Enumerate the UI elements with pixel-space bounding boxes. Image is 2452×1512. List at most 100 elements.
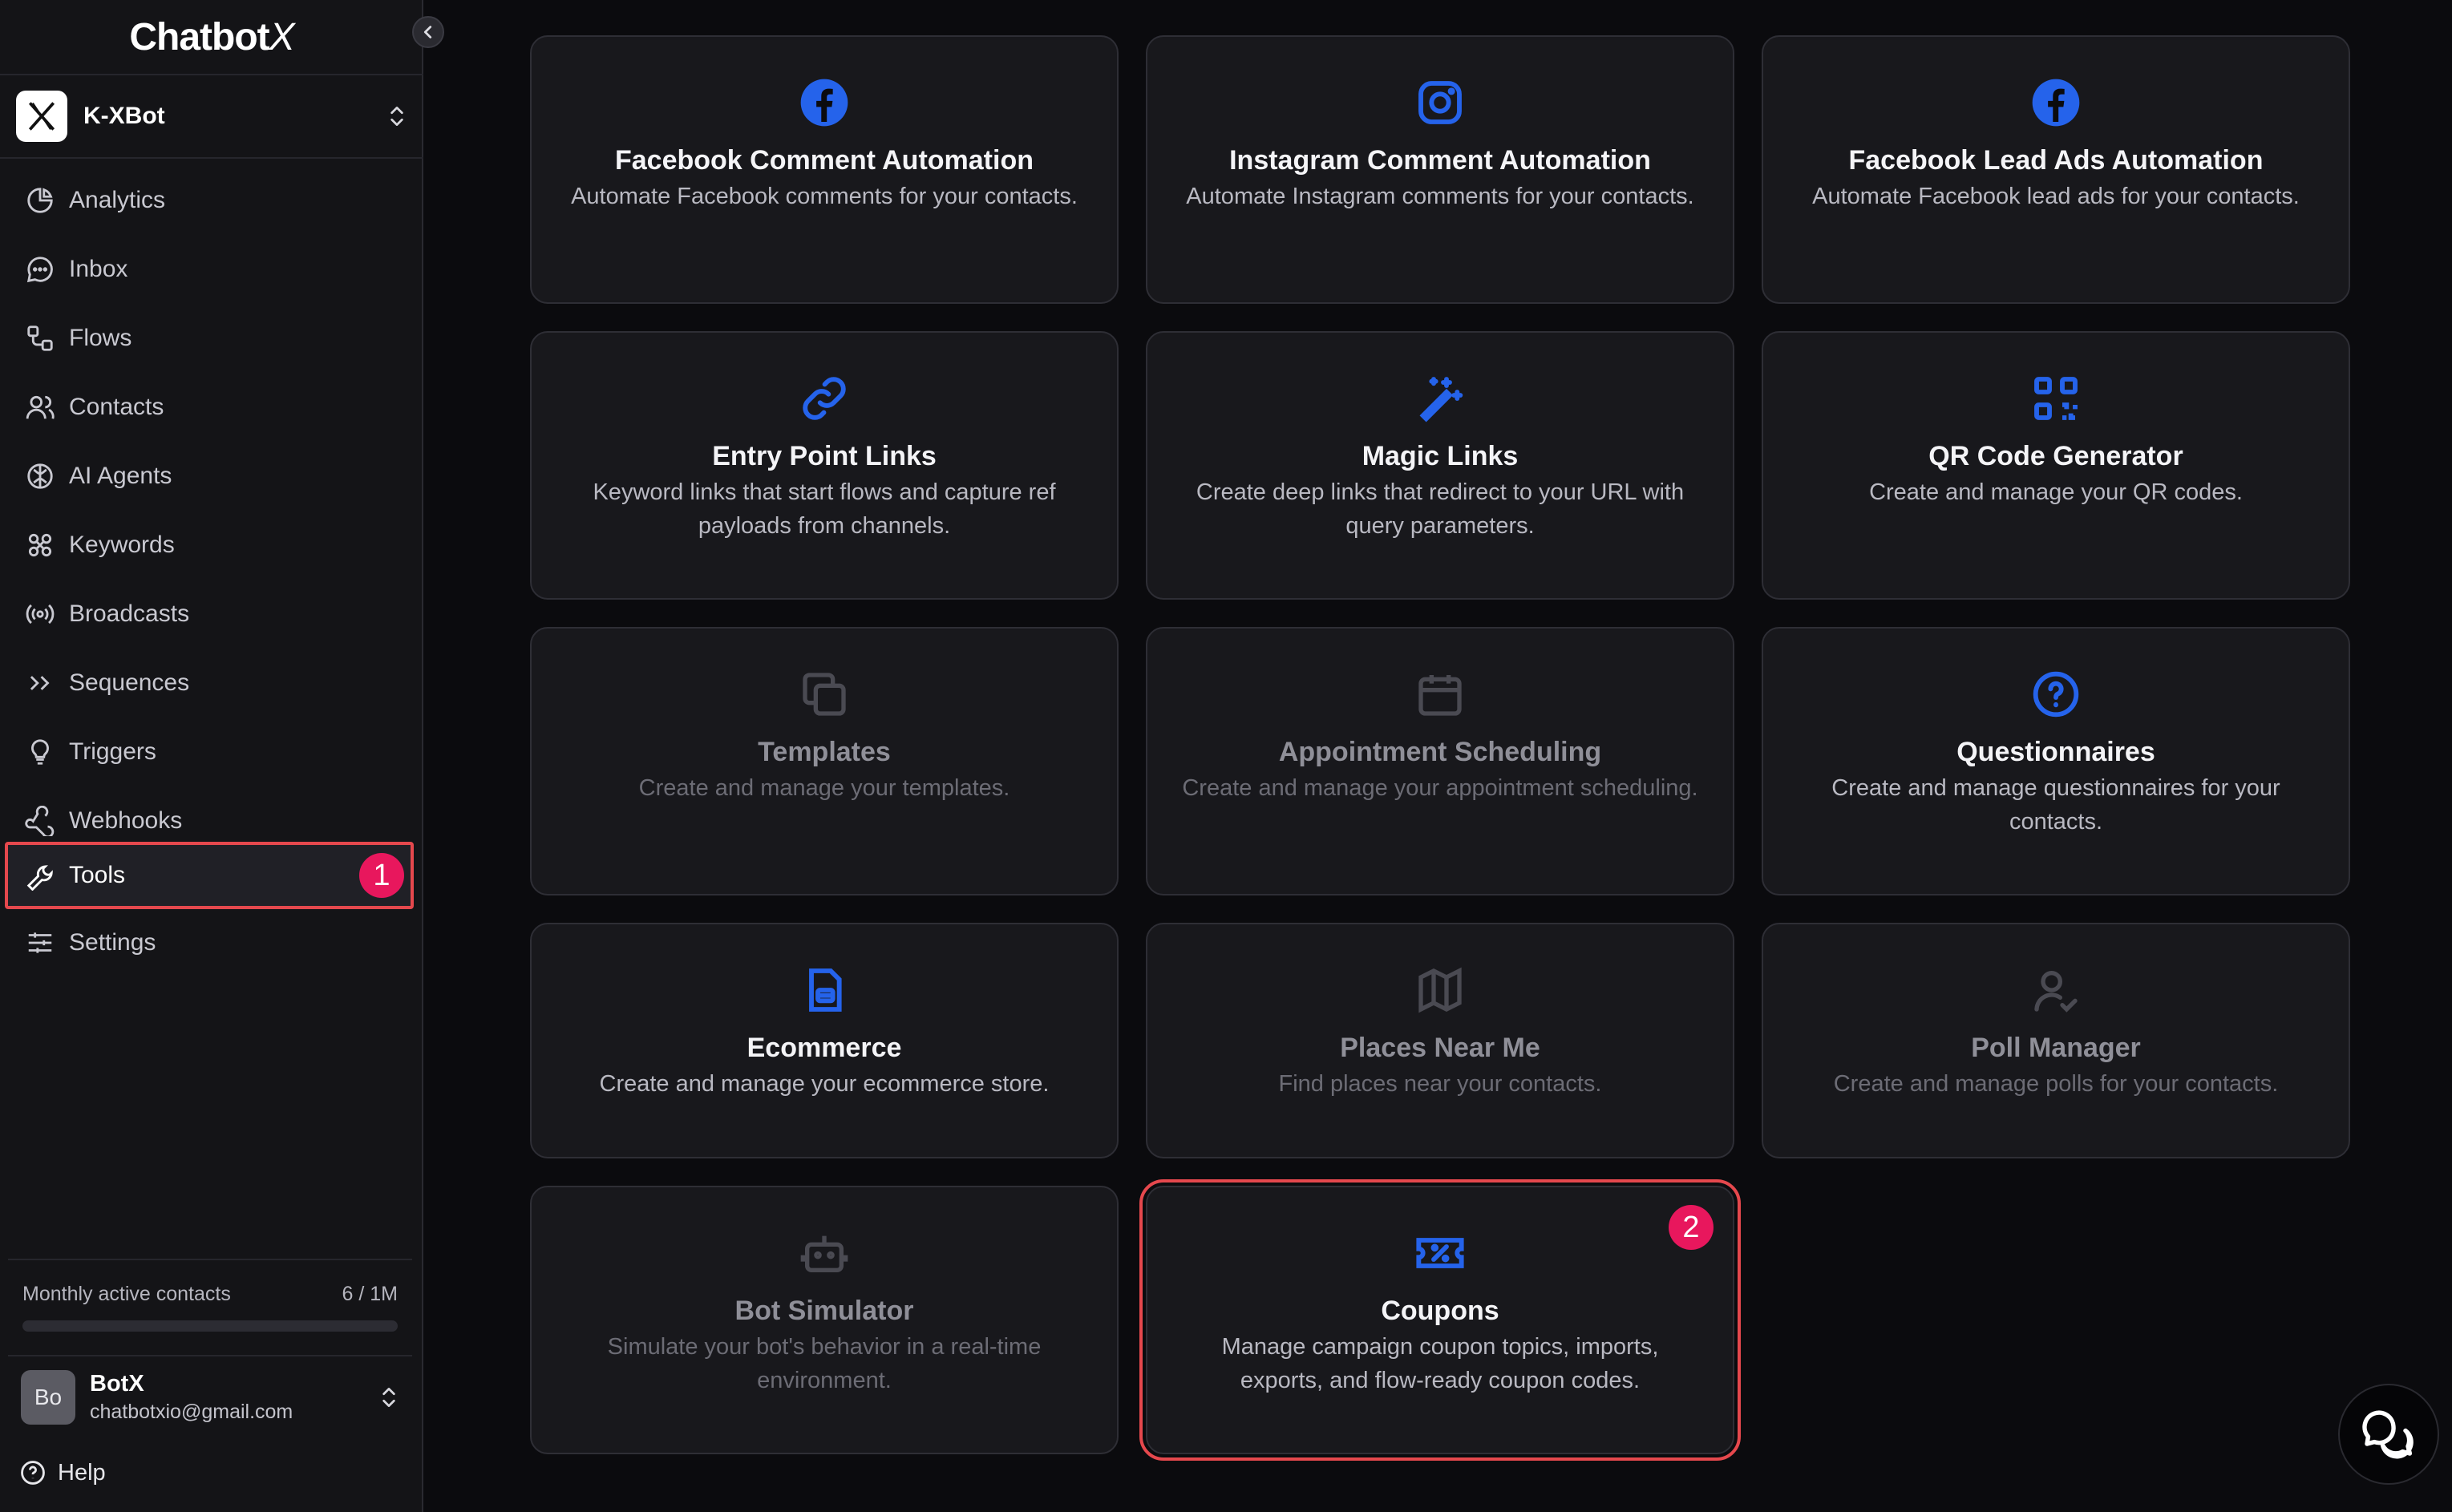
sidebar-item-label: Broadcasts — [69, 600, 190, 627]
tool-card-magic-links[interactable]: Magic Links Create deep links that redir… — [1146, 331, 1734, 600]
card-description: Automate Facebook comments for your cont… — [571, 184, 1078, 209]
card-title: Questionnaires — [1956, 737, 2155, 767]
card-title: Entry Point Links — [712, 441, 937, 471]
tool-card-coupons[interactable]: Coupons Manage campaign coupon topics, i… — [1139, 1179, 1741, 1461]
tool-card-qr-code-generator[interactable]: QR Code Generator Create and manage your… — [1762, 331, 2350, 600]
sidebar-item-label: Triggers — [69, 738, 156, 765]
tool-card-entry-point-links[interactable]: Entry Point Links Keyword links that sta… — [530, 331, 1119, 600]
tool-card-facebook-comment[interactable]: Facebook Comment Automation Automate Fac… — [530, 35, 1119, 304]
sidebar-item-sequences[interactable]: Sequences — [6, 653, 412, 714]
user-menu[interactable]: Bo BotX chatbotxio@gmail.com — [8, 1355, 412, 1438]
magic-wand-icon — [1179, 373, 1701, 424]
usage-progress-bar — [22, 1320, 398, 1332]
card-title: Ecommerce — [747, 1033, 902, 1063]
tool-card-questionnaires[interactable]: Questionnaires Create and manage questio… — [1762, 627, 2350, 895]
bot-name: K-XBot — [83, 103, 165, 129]
map-icon — [1179, 964, 1701, 1016]
card-description: Keyword links that start flows and captu… — [593, 479, 1056, 539]
calendar-icon — [1179, 669, 1701, 720]
sidebar-item-ai-agents[interactable]: AI Agents — [6, 446, 412, 507]
tool-card-bot-simulator[interactable]: Bot Simulator Simulate your bot's behavi… — [530, 1186, 1119, 1454]
sidebar-item-contacts[interactable]: Contacts — [6, 377, 412, 438]
user-name: BotX — [90, 1371, 144, 1397]
sidebar-item-triggers[interactable]: Triggers — [6, 722, 412, 782]
chevron-up-down-icon — [390, 107, 403, 126]
tool-card-templates[interactable]: Templates Create and manage your templat… — [530, 627, 1119, 895]
webhook-icon — [22, 803, 58, 839]
chat-bubbles-icon — [2362, 1410, 2414, 1459]
card-title: Instagram Comment Automation — [1229, 145, 1651, 176]
annotation-badge: 1 — [359, 853, 404, 898]
card-description: Create and manage your ecommerce store. — [599, 1071, 1050, 1097]
user-check-icon — [1795, 964, 2316, 1016]
sidebar-item-label: Inbox — [69, 256, 128, 282]
card-title: Magic Links — [1362, 441, 1519, 471]
message-circle-icon — [22, 252, 58, 287]
annotation-badge: 2 — [1669, 1205, 1714, 1250]
chevrons-right-icon — [22, 665, 58, 701]
card-description: Simulate your bot's behavior in a real-t… — [607, 1334, 1042, 1393]
bot-avatar — [16, 91, 67, 142]
card-title: Appointment Scheduling — [1278, 737, 1602, 767]
logo-x: X — [269, 15, 295, 59]
card-description: Create and manage your appointment sched… — [1182, 775, 1698, 801]
sidebar-item-label: Flows — [69, 325, 132, 351]
card-description: Create and manage polls for your contact… — [1833, 1071, 2279, 1097]
facebook-icon — [1795, 77, 2316, 128]
collapse-sidebar-button[interactable] — [412, 16, 444, 48]
card-title: Bot Simulator — [734, 1296, 914, 1326]
brain-icon — [22, 459, 58, 494]
app-logo[interactable]: Chatbot X — [0, 8, 423, 66]
sidebar-item-analytics[interactable]: Analytics — [6, 170, 412, 231]
tool-card-facebook-lead-ads[interactable]: Facebook Lead Ads Automation Automate Fa… — [1762, 35, 2350, 304]
card-description: Create and manage your templates. — [638, 775, 1010, 801]
flow-icon — [22, 321, 58, 356]
tool-card-places-near-me[interactable]: Places Near Me Find places near your con… — [1146, 923, 1734, 1158]
sidebar-item-label: Keywords — [69, 532, 175, 558]
link-icon — [564, 373, 1085, 424]
card-description: Find places near your contacts. — [1278, 1071, 1602, 1097]
sidebar-item-keywords[interactable]: Keywords — [6, 515, 412, 576]
card-description: Automate Instagram comments for your con… — [1186, 184, 1694, 209]
sidebar-item-label: Contacts — [69, 394, 164, 420]
tool-card-instagram-comment[interactable]: Instagram Comment Automation Automate In… — [1146, 35, 1734, 304]
card-description: Create and manage your QR codes. — [1869, 479, 2243, 505]
tool-card-ecommerce[interactable]: Ecommerce Create and manage your ecommer… — [530, 923, 1119, 1158]
tool-card-appointment-scheduling[interactable]: Appointment Scheduling Create and manage… — [1146, 627, 1734, 895]
card-description: Create deep links that redirect to your … — [1196, 479, 1685, 539]
sidebar-item-label: Tools — [69, 862, 126, 888]
card-title: Poll Manager — [1971, 1033, 2141, 1063]
sidebar-item-tools[interactable]: Tools 1 — [5, 842, 414, 909]
tool-card-poll-manager[interactable]: Poll Manager Create and manage polls for… — [1762, 923, 2350, 1158]
sidebar-item-label: AI Agents — [69, 463, 172, 489]
qr-code-icon — [1795, 373, 2316, 424]
card-title: QR Code Generator — [1928, 441, 2183, 471]
chevron-up-down-icon — [382, 1388, 395, 1407]
card-title: Places Near Me — [1340, 1033, 1540, 1063]
sidebar-item-settings[interactable]: Settings — [6, 912, 412, 973]
sidebar-item-flows[interactable]: Flows — [6, 308, 412, 369]
keywords-icon — [22, 528, 58, 563]
bot-switcher[interactable]: K-XBot — [0, 74, 423, 159]
store-icon — [564, 964, 1085, 1016]
card-title: Facebook Lead Ads Automation — [1848, 145, 2264, 176]
card-title: Coupons — [1381, 1296, 1499, 1326]
help-circle-icon — [19, 1459, 47, 1486]
question-circle-icon — [1795, 669, 2316, 720]
card-title: Facebook Comment Automation — [615, 145, 1034, 176]
card-description: Manage campaign coupon topics, imports, … — [1221, 1334, 1659, 1393]
card-description: Automate Facebook lead ads for your cont… — [1812, 184, 2300, 209]
card-description: Create and manage questionnaires for you… — [1831, 775, 2280, 835]
facebook-icon — [564, 77, 1085, 128]
help-link[interactable]: Help — [19, 1459, 106, 1486]
sidebar-item-inbox[interactable]: Inbox — [6, 239, 412, 300]
wrench-icon — [22, 858, 58, 893]
sidebar-item-label: Settings — [69, 929, 156, 956]
copy-icon — [564, 669, 1085, 720]
usage-value: 6 / 1M — [342, 1283, 398, 1305]
chat-support-button[interactable] — [2338, 1384, 2439, 1485]
pie-chart-icon — [22, 183, 58, 218]
sidebar-item-broadcasts[interactable]: Broadcasts — [6, 584, 412, 645]
usage-meter: Monthly active contacts 6 / 1M — [8, 1259, 412, 1332]
lightbulb-icon — [22, 734, 58, 770]
